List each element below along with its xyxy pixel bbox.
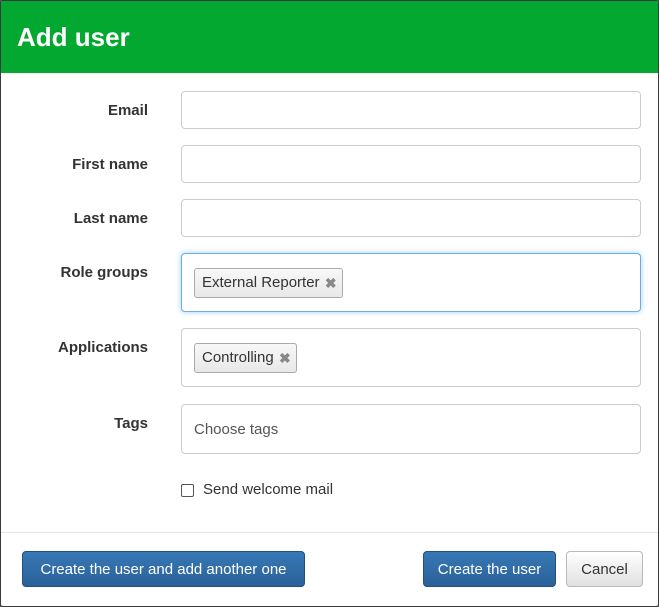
role-group-tag-label: External Reporter: [202, 274, 320, 291]
first-name-input[interactable]: [181, 145, 641, 183]
footer-divider: [1, 532, 658, 533]
applications-label: Applications: [57, 339, 148, 356]
last-name-input[interactable]: [181, 199, 641, 237]
role-group-tag: External Reporter ✖: [194, 268, 343, 298]
remove-tag-icon[interactable]: ✖: [279, 344, 291, 372]
modal-title: Add user: [17, 22, 130, 52]
application-tag-label: Controlling: [202, 349, 274, 366]
welcome-mail-checkbox[interactable]: [181, 484, 194, 497]
cancel-button[interactable]: Cancel: [566, 551, 643, 587]
remove-tag-icon[interactable]: ✖: [325, 269, 337, 297]
add-user-modal: Add user Email First name Last name Role…: [0, 0, 659, 607]
first-name-label: First name: [72, 156, 148, 173]
last-name-label: Last name: [73, 210, 148, 227]
tags-placeholder: Choose tags: [194, 421, 279, 438]
create-and-add-another-button[interactable]: Create the user and add another one: [22, 551, 305, 587]
modal-header: Add user: [1, 1, 658, 73]
tags-label: Tags: [114, 415, 148, 432]
email-input[interactable]: [181, 91, 641, 129]
application-tag: Controlling ✖: [194, 343, 297, 373]
role-groups-select[interactable]: External Reporter ✖: [181, 253, 641, 312]
create-user-button[interactable]: Create the user: [423, 551, 556, 587]
email-label: Email: [107, 102, 148, 119]
applications-select[interactable]: Controlling ✖: [181, 328, 641, 387]
welcome-mail-label: Send welcome mail: [203, 481, 334, 498]
tags-select[interactable]: Choose tags: [181, 404, 641, 454]
role-groups-label: Role groups: [60, 264, 148, 281]
